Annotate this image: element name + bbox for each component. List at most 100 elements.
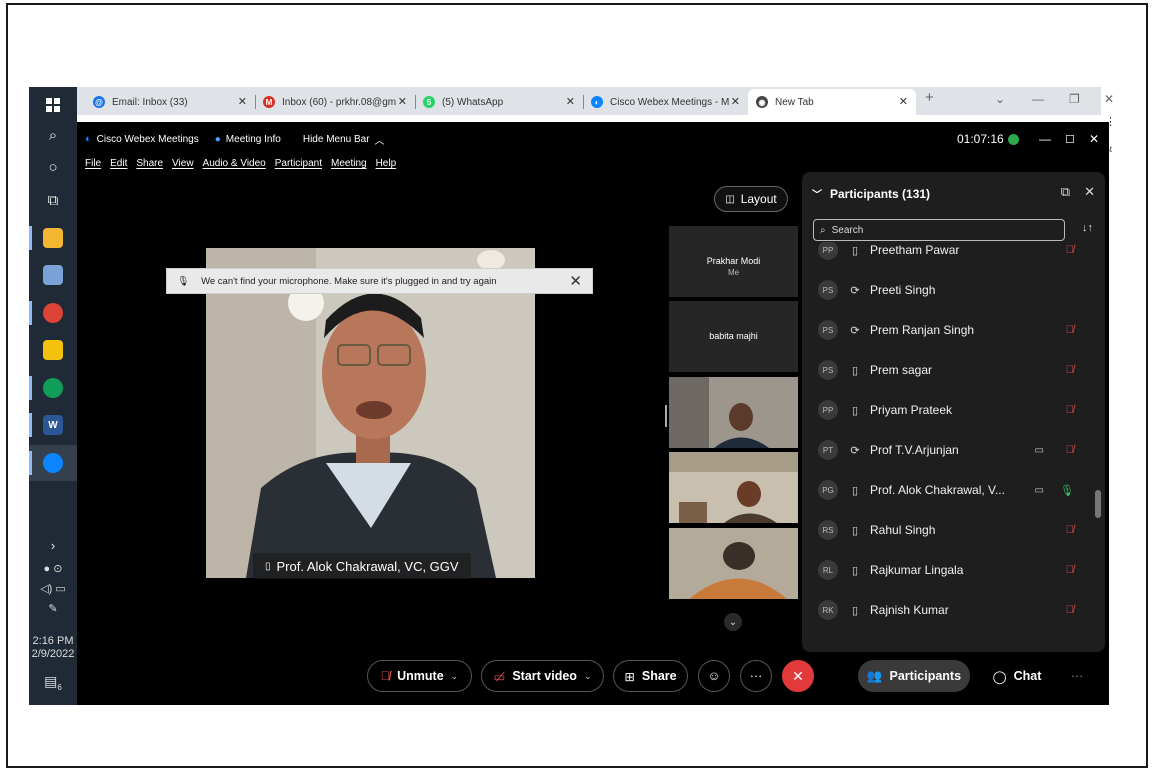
meeting-info-button[interactable]: Meeting Info [226,134,281,145]
layout-button[interactable]: ◫ Layout [714,186,788,212]
active-speaker-video[interactable] [206,248,535,578]
minimize-icon[interactable]: — [1032,92,1044,106]
window-close-icon[interactable]: ✕ [1104,92,1114,106]
mic-muted-icon: 🎙̸ [1065,324,1074,336]
participant-thumbnail[interactable]: Prakhar Modi Me [669,226,798,297]
share-label: Share [641,669,677,683]
chevron-down-icon[interactable]: ⌄ [584,671,592,682]
tab-webex[interactable]: ◐ Cisco Webex Meetings - M ✕ [583,89,748,115]
tab-new-tab[interactable]: ◉ New Tab ✕ [748,89,916,115]
list-item[interactable]: RK ▯ Rajnish Kumar 🎙̸ [818,590,1088,630]
restore-icon[interactable]: ❐ [1069,92,1080,106]
minimize-icon[interactable]: — [1039,132,1051,146]
sort-icon[interactable]: ↓↑ [1082,222,1093,234]
video-thumbnail[interactable] [669,528,798,599]
video-thumbnail[interactable] [669,377,798,448]
list-item[interactable]: PT ⟳ Prof T.V.Arjunjan ▭ 🎙̸ [818,430,1088,470]
microphone-icon: 🎙 [177,275,190,287]
pop-out-icon[interactable]: ⧉ [1061,184,1070,200]
tab-search-icon[interactable]: ⌄ [995,92,1005,106]
participant-list-scrollbar[interactable] [1094,242,1102,642]
chevron-down-icon[interactable]: ﹀ [812,186,822,201]
reactions-button[interactable]: ☺ [698,660,730,692]
tray-volume-icon[interactable]: ◁) ▭ [29,582,77,595]
scrollbar-thumb[interactable] [1095,490,1101,518]
chrome-app-icon[interactable] [29,295,77,331]
layout-icon: ◫ [725,193,735,205]
share-icon: ⊞ [624,669,635,684]
list-item[interactable]: PS ⟳ Preeti Singh [818,270,1088,310]
menu-share[interactable]: Share [136,158,163,169]
unmute-button[interactable]: 🎙̸ Unmute ⌄ [367,660,472,692]
clock-date[interactable]: 2/9/2022 [29,648,77,660]
list-item[interactable]: PP ▯ Priyam Prateek 🎙̸ [818,390,1088,430]
list-item[interactable]: RL ▯ Rajkumar Lingala 🎙̸ [818,550,1088,590]
file-explorer-icon[interactable] [29,220,77,256]
video-thumbnail[interactable] [669,452,798,523]
list-item[interactable]: PP ▯ Preetham Pawar 🎙̸ [818,242,1088,270]
close-icon[interactable]: ✕ [398,95,407,108]
chrome-canary-icon[interactable] [29,370,77,406]
close-icon[interactable]: ✕ [238,95,247,108]
chat-button[interactable]: ◯ Chat [981,660,1053,692]
participant-thumbnail[interactable]: babita majhi [669,301,798,372]
new-tab-button[interactable]: + [925,89,934,106]
sticky-notes-icon[interactable] [29,332,77,368]
list-item[interactable]: RS ▯ Rahul Singh 🎙̸ [818,510,1088,550]
more-options-button[interactable]: ··· [740,660,772,692]
leave-meeting-button[interactable]: ✕ [782,660,814,692]
mic-on-icon: 🎙 [1060,484,1074,497]
tray-mic-icon[interactable]: ● ⊙ [29,562,77,575]
share-button[interactable]: ⊞ Share [613,660,688,692]
menu-help[interactable]: Help [376,158,397,169]
phone-icon: ▯ [851,484,859,497]
mic-muted-icon: 🎙̸ [1065,564,1074,576]
overflow-menu-button[interactable]: ··· [1067,660,1087,692]
show-hidden-icons[interactable]: › [29,535,77,555]
avatar: PP [818,242,838,260]
close-icon[interactable]: ✕ [1084,184,1095,200]
participant-search-input[interactable]: ⌕ Search [813,219,1065,241]
list-item[interactable]: PS ⟳ Prem Ranjan Singh 🎙̸ [818,310,1088,350]
chevron-down-icon[interactable]: ⌄ [724,613,742,631]
maximize-icon[interactable]: ☐ [1065,133,1075,146]
user-avatar-icon[interactable] [1008,133,1019,145]
tab-email[interactable]: @ Email: Inbox (33) ✕ [85,89,255,115]
close-icon[interactable]: ✕ [899,95,908,108]
tab-gmail[interactable]: M Inbox (60) - prkhr.08@gm ✕ [255,89,415,115]
participants-button[interactable]: 👥 Participants [858,660,970,692]
notification-center-icon[interactable]: ▤6 [29,673,77,692]
tab-whatsapp[interactable]: 5 (5) WhatsApp ✕ [415,89,583,115]
clock-time[interactable]: 2:16 PM [29,635,77,647]
participant-name: Rajnish Kumar [870,603,949,617]
menu-edit[interactable]: Edit [110,158,127,169]
menu-audio-video[interactable]: Audio & Video [203,158,266,169]
start-video-button[interactable]: ▭̸ Start video ⌄ [481,660,604,692]
hide-menu-bar-button[interactable]: Hide Menu Bar [303,134,370,145]
search-icon[interactable]: ⌕ [29,117,77,153]
cortana-icon[interactable]: ○ [29,149,77,185]
list-item[interactable]: PG ▯ Prof. Alok Chakrawal, V... ▭ 🎙 [818,470,1088,510]
menu-view[interactable]: View [172,158,194,169]
chevron-up-icon[interactable]: ︿ [375,132,385,147]
menu-meeting[interactable]: Meeting [331,158,367,169]
menu-participant[interactable]: Participant [275,158,322,169]
close-icon[interactable]: ✕ [1089,132,1099,146]
participant-name: Prof T.V.Arjunjan [870,443,959,457]
stage-resize-handle[interactable] [665,405,667,427]
list-item[interactable]: PS ▯ Prem sagar 🎙̸ [818,350,1088,390]
chat-icon: ◯ [992,669,1007,684]
tray-pen-icon[interactable]: ✎ [29,602,77,615]
search-icon: ⌕ [820,224,826,236]
close-icon[interactable]: ✕ [566,95,575,108]
webex-app-icon[interactable] [29,445,77,481]
chevron-down-icon[interactable]: ⌄ [451,671,459,682]
phone-icon: ▯ [851,244,859,257]
menu-file[interactable]: File [85,158,101,169]
close-icon[interactable]: ✕ [731,95,740,108]
close-icon[interactable]: ✕ [569,272,582,290]
word-app-icon[interactable]: W [29,407,77,443]
participants-header[interactable]: ﹀ Participants (131) [812,186,930,202]
paint-app-icon[interactable] [29,257,77,293]
task-view-icon[interactable]: ⧉ [29,182,77,218]
